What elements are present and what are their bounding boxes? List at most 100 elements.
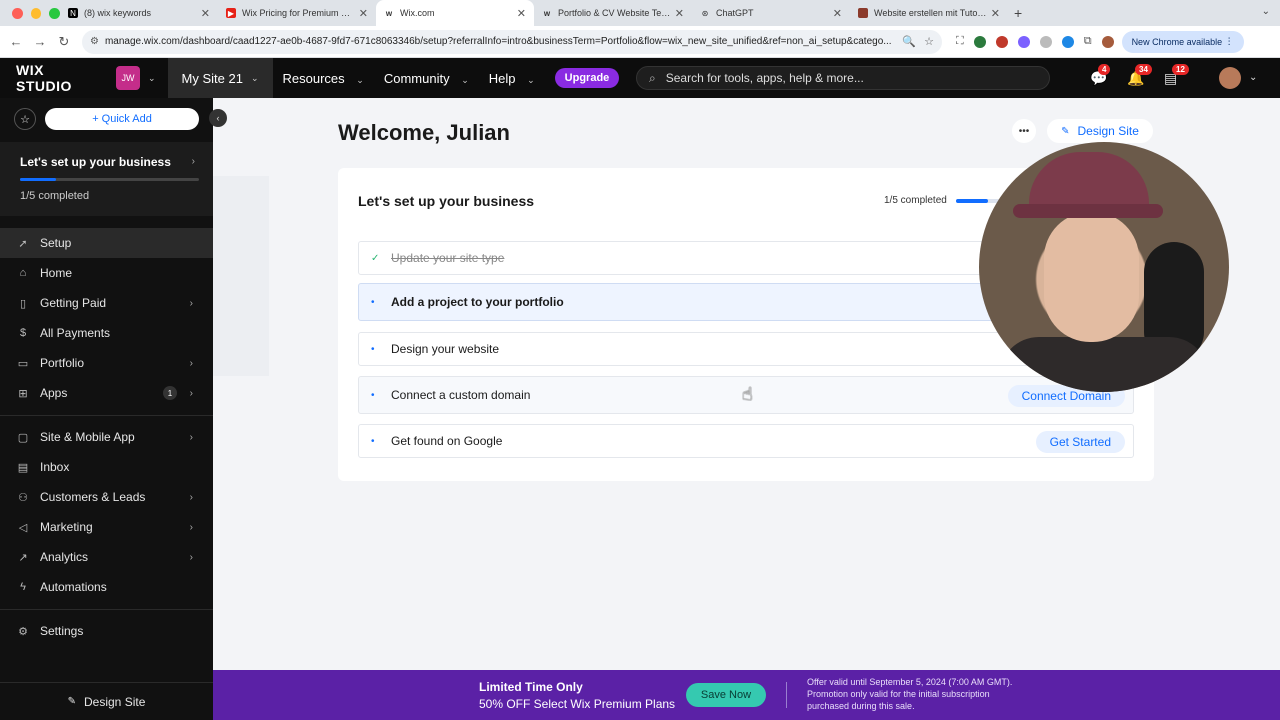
sidebar-item-analytics[interactable]: ↗ Analytics › [0,542,213,572]
browser-tab[interactable]: ⊛ ChatGPT ✕ [692,0,850,26]
browser-tab[interactable]: N (8) wix keywords ✕ [60,0,218,26]
chevron-down-icon: ⌄ [527,74,535,85]
people-icon: ⚇ [18,491,28,504]
more-options-icon[interactable]: ••• [1012,119,1036,143]
promo-banner: Limited Time Only 50% OFF Select Wix Pre… [213,670,1280,720]
presenter-shirt [999,337,1209,392]
sidebar-item-setup[interactable]: ➚ Setup [0,228,213,258]
site-icon [858,8,868,18]
extension-icon[interactable] [995,35,1008,48]
sidebar-item-automations[interactable]: ϟ Automations [0,572,213,602]
user-avatar[interactable] [1219,67,1241,89]
bullet-icon: • [371,435,375,447]
top-nav: Resources ⌄ Community ⌄ Help ⌄ Upgrade [283,68,620,88]
nav-help[interactable]: Help ⌄ [489,71,535,86]
close-window-button[interactable] [12,7,23,19]
promo-headline: Limited Time Only [479,680,583,694]
chevron-right-icon: › [191,156,195,167]
forward-arrow-icon[interactable]: → [28,34,52,49]
url-field[interactable]: ⚙ manage.wix.com/dashboard/caad1227-ae0b… [82,29,942,54]
sidebar-item-settings[interactable]: ⚙ Settings [0,616,213,646]
chart-icon: ↗ [18,551,28,564]
nav-community[interactable]: Community ⌄ [384,71,469,86]
sidebar-item-site-mobile-app[interactable]: ▢ Site & Mobile App › [0,422,213,452]
browser-tab[interactable]: ▶ Wix Pricing for Premium Plans ✕ [218,0,376,26]
megaphone-icon: ◁ [18,521,28,534]
wix-studio-logo[interactable]: WIX STUDIO [0,62,104,94]
new-tab-button[interactable]: + [1014,5,1022,21]
sidebar-item-all-payments[interactable]: $ All Payments [0,318,213,348]
extension-icon[interactable] [1039,35,1052,48]
sidebar-item-apps[interactable]: ⊞ Apps 1 › [0,378,213,408]
quick-add-button[interactable]: + Quick Add [45,108,199,130]
screenshot-icon[interactable]: ⛶ [956,35,964,48]
sidebar-item-customers-leads[interactable]: ⚇ Customers & Leads › [0,482,213,512]
close-tab-icon[interactable]: ✕ [833,7,842,20]
site-selector[interactable]: My Site 21 ⌄ [167,58,273,98]
chevron-down-icon: ⌄ [356,74,364,85]
pencil-icon: ✎ [1061,125,1070,137]
sidebar-item-inbox[interactable]: ▤ Inbox [0,452,213,482]
back-arrow-icon[interactable]: ← [4,34,28,49]
extension-icon[interactable] [973,35,986,48]
profile-avatar[interactable] [1101,35,1114,48]
youtube-icon: ▶ [226,8,236,18]
pencil-icon: ✎ [67,696,76,707]
search-input[interactable]: ⌕ Search for tools, apps, help & more... [636,66,1050,90]
save-now-button[interactable]: Save Now [686,683,766,707]
sidebar-setup-progress[interactable]: Let's set up your business › [0,142,213,216]
sidebar-divider [0,609,213,610]
minimize-window-button[interactable] [30,7,42,19]
sidebar-design-site-button[interactable]: ✎ Design Site [0,682,213,720]
apps-count-badge: 1 [163,386,177,400]
chevron-right-icon: › [189,387,193,399]
updates-icon[interactable]: ▤ 12 [1164,64,1189,87]
close-tab-icon[interactable]: ✕ [517,7,526,20]
zoom-icon[interactable]: 🔍 [902,35,916,48]
close-tab-icon[interactable]: ✕ [991,7,1000,20]
tab-list-chevron-icon[interactable]: ⌄ [1262,6,1270,17]
star-icon[interactable]: ☆ [14,108,36,130]
chat-icon[interactable]: 💬 4 [1090,64,1111,87]
bell-icon[interactable]: 🔔 34 [1127,64,1152,87]
puzzle-icon[interactable]: ⧉ [1084,35,1092,48]
browser-tab[interactable]: w Portfolio & CV Website Templates ✕ [534,0,692,26]
collapse-sidebar-button[interactable]: ‹ [209,109,227,127]
search-icon: ⌕ [649,70,656,85]
task-get-found-google[interactable]: • Get found on Google Get Started [358,424,1134,458]
close-tab-icon[interactable]: ✕ [359,7,368,20]
tab-title: Portfolio & CV Website Templates [558,8,671,18]
upgrade-button[interactable]: Upgrade [554,68,620,88]
sidebar-item-portfolio[interactable]: ▭ Portfolio › [0,348,213,378]
reload-icon[interactable]: ↻ [52,34,76,50]
bullet-icon: • [371,343,375,355]
notifications-count-badge: 34 [1135,64,1152,75]
nav-resources[interactable]: Resources ⌄ [283,71,364,86]
tab-title: ChatGPT [716,8,754,18]
automation-icon: ϟ [20,581,26,593]
extension-icon[interactable] [1061,35,1074,48]
checklist-progress-fill [956,199,988,203]
chevron-down-icon[interactable]: ⌄ [1249,72,1257,83]
extension-icon[interactable] [1017,35,1030,48]
get-started-button[interactable]: Get Started [1035,431,1125,453]
wix-top-bar: WIX STUDIO JW ⌄ My Site 21 ⌄ Resources ⌄… [0,58,1280,98]
site-badge[interactable]: JW [116,66,140,90]
new-chrome-available-button[interactable]: New Chrome available ⋮ [1121,30,1244,53]
browser-tab[interactable]: Website erstellen mit Tutorials ✕ [850,0,1008,26]
browser-tab-active[interactable]: w Wix.com ✕ [376,0,534,26]
chevron-right-icon: › [189,551,193,563]
promo-fine-print: Offer valid until September 5, 2024 (7:0… [807,677,1013,711]
sidebar-item-home[interactable]: ⌂ Home [0,258,213,288]
url-text: manage.wix.com/dashboard/caad1227-ae0b-4… [104,36,892,47]
close-tab-icon[interactable]: ✕ [675,7,684,20]
close-tab-icon[interactable]: ✕ [201,7,210,20]
maximize-window-button[interactable] [49,7,61,19]
sidebar-item-getting-paid[interactable]: ▯ Getting Paid › [0,288,213,318]
bookmark-star-icon[interactable]: ☆ [924,35,934,48]
address-bar-row: ← → ↻ ⚙ manage.wix.com/dashboard/caad122… [0,26,1280,58]
design-site-button[interactable]: ✎ Design Site [1047,119,1153,143]
site-settings-icon[interactable]: ⚙ [90,36,99,47]
sidebar-item-marketing[interactable]: ◁ Marketing › [0,512,213,542]
chevron-down-icon[interactable]: ⌄ [148,73,156,84]
